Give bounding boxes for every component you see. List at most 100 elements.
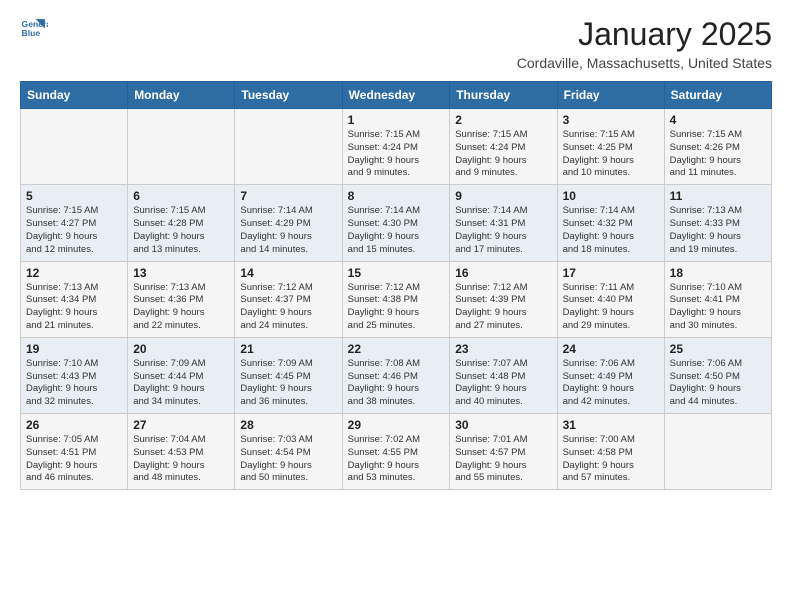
day-info: Sunrise: 7:10 AM Sunset: 4:41 PM Dayligh… [670, 282, 766, 333]
table-row [21, 109, 128, 185]
day-number: 28 [240, 418, 336, 432]
table-row: 23 Sunrise: 7:07 AM Sunset: 4:48 PM Dayli… [450, 337, 557, 413]
table-row [128, 109, 235, 185]
day-info: Sunrise: 7:09 AM Sunset: 4:45 PM Dayligh… [240, 358, 336, 409]
day-number: 20 [133, 342, 229, 356]
table-row [235, 109, 342, 185]
day-info: Sunrise: 7:15 AM Sunset: 4:26 PM Dayligh… [670, 129, 766, 180]
day-info: Sunrise: 7:02 AM Sunset: 4:55 PM Dayligh… [348, 434, 445, 485]
day-info: Sunrise: 7:11 AM Sunset: 4:40 PM Dayligh… [563, 282, 659, 333]
day-info: Sunrise: 7:14 AM Sunset: 4:32 PM Dayligh… [563, 205, 659, 256]
day-info: Sunrise: 7:13 AM Sunset: 4:36 PM Dayligh… [133, 282, 229, 333]
logo: General Blue [20, 16, 48, 44]
day-number: 8 [348, 189, 445, 203]
day-info: Sunrise: 7:13 AM Sunset: 4:34 PM Dayligh… [26, 282, 122, 333]
calendar-table: Sunday Monday Tuesday Wednesday Thursday… [20, 81, 772, 490]
table-row: 20 Sunrise: 7:09 AM Sunset: 4:44 PM Dayli… [128, 337, 235, 413]
svg-text:General: General [22, 19, 48, 29]
table-row: 10 Sunrise: 7:14 AM Sunset: 4:32 PM Dayli… [557, 185, 664, 261]
table-row: 26Sunrise: 7:05 AM Sunset: 4:51 PM Dayli… [21, 414, 128, 490]
day-info: Sunrise: 7:14 AM Sunset: 4:29 PM Dayligh… [240, 205, 336, 256]
day-number: 1 [348, 113, 445, 127]
table-row: 9 Sunrise: 7:14 AM Sunset: 4:31 PM Daylig… [450, 185, 557, 261]
day-info: Sunrise: 7:13 AM Sunset: 4:33 PM Dayligh… [670, 205, 766, 256]
table-row: 4 Sunrise: 7:15 AM Sunset: 4:26 PM Daylig… [664, 109, 771, 185]
day-number: 25 [670, 342, 766, 356]
header-monday: Monday [128, 82, 235, 109]
table-row: 6Sunrise: 7:15 AM Sunset: 4:28 PM Daylig… [128, 185, 235, 261]
day-number: 16 [455, 266, 551, 280]
day-number: 11 [670, 189, 766, 203]
table-row: 2Sunrise: 7:15 AM Sunset: 4:24 PM Daylig… [450, 109, 557, 185]
table-row: 30Sunrise: 7:01 AM Sunset: 4:57 PM Dayli… [450, 414, 557, 490]
day-number: 18 [670, 266, 766, 280]
day-info: Sunrise: 7:12 AM Sunset: 4:38 PM Dayligh… [348, 282, 445, 333]
day-info: Sunrise: 7:15 AM Sunset: 4:24 PM Dayligh… [455, 129, 551, 180]
day-info: Sunrise: 7:15 AM Sunset: 4:25 PM Dayligh… [563, 129, 659, 180]
table-row: 13 Sunrise: 7:13 AM Sunset: 4:36 PM Dayli… [128, 261, 235, 337]
table-row: 25 Sunrise: 7:06 AM Sunset: 4:50 PM Dayli… [664, 337, 771, 413]
header-saturday: Saturday [664, 82, 771, 109]
day-info: Sunrise: 7:14 AM Sunset: 4:31 PM Dayligh… [455, 205, 551, 256]
table-row [664, 414, 771, 490]
day-number: 4 [670, 113, 766, 127]
calendar-week-row: 19Sunrise: 7:10 AM Sunset: 4:43 PM Dayli… [21, 337, 772, 413]
header-tuesday: Tuesday [235, 82, 342, 109]
day-info: Sunrise: 7:03 AM Sunset: 4:54 PM Dayligh… [240, 434, 336, 485]
day-number: 19 [26, 342, 122, 356]
table-row: 14 Sunrise: 7:12 AM Sunset: 4:37 PM Dayli… [235, 261, 342, 337]
header-wednesday: Wednesday [342, 82, 450, 109]
day-number: 10 [563, 189, 659, 203]
day-number: 23 [455, 342, 551, 356]
header-sunday: Sunday [21, 82, 128, 109]
day-info: Sunrise: 7:12 AM Sunset: 4:39 PM Dayligh… [455, 282, 551, 333]
day-info: Sunrise: 7:06 AM Sunset: 4:50 PM Dayligh… [670, 358, 766, 409]
day-number: 6 [133, 189, 229, 203]
table-row: 12Sunrise: 7:13 AM Sunset: 4:34 PM Dayli… [21, 261, 128, 337]
day-number: 9 [455, 189, 551, 203]
day-number: 24 [563, 342, 659, 356]
table-row: 7 Sunrise: 7:14 AM Sunset: 4:29 PM Daylig… [235, 185, 342, 261]
table-row: 22 Sunrise: 7:08 AM Sunset: 4:46 PM Dayli… [342, 337, 450, 413]
day-number: 29 [348, 418, 445, 432]
table-row: 5Sunrise: 7:15 AM Sunset: 4:27 PM Daylig… [21, 185, 128, 261]
table-row: 24 Sunrise: 7:06 AM Sunset: 4:49 PM Dayli… [557, 337, 664, 413]
table-row: 29 Sunrise: 7:02 AM Sunset: 4:55 PM Dayli… [342, 414, 450, 490]
table-row: 31 Sunrise: 7:00 AM Sunset: 4:58 PM Dayli… [557, 414, 664, 490]
table-row: 11 Sunrise: 7:13 AM Sunset: 4:33 PM Dayli… [664, 185, 771, 261]
location-title: Cordaville, Massachusetts, United States [517, 55, 772, 71]
day-number: 21 [240, 342, 336, 356]
calendar-week-row: 5Sunrise: 7:15 AM Sunset: 4:27 PM Daylig… [21, 185, 772, 261]
title-block: January 2025 Cordaville, Massachusetts, … [517, 16, 772, 71]
day-info: Sunrise: 7:08 AM Sunset: 4:46 PM Dayligh… [348, 358, 445, 409]
day-info: Sunrise: 7:06 AM Sunset: 4:49 PM Dayligh… [563, 358, 659, 409]
table-row: 3Sunrise: 7:15 AM Sunset: 4:25 PM Daylig… [557, 109, 664, 185]
day-info: Sunrise: 7:07 AM Sunset: 4:48 PM Dayligh… [455, 358, 551, 409]
header-friday: Friday [557, 82, 664, 109]
header-thursday: Thursday [450, 82, 557, 109]
table-row: 19Sunrise: 7:10 AM Sunset: 4:43 PM Dayli… [21, 337, 128, 413]
day-info: Sunrise: 7:00 AM Sunset: 4:58 PM Dayligh… [563, 434, 659, 485]
calendar-week-row: 1 Sunrise: 7:15 AM Sunset: 4:24 PM Daylig… [21, 109, 772, 185]
table-row: 27Sunrise: 7:04 AM Sunset: 4:53 PM Dayli… [128, 414, 235, 490]
weekday-header-row: Sunday Monday Tuesday Wednesday Thursday… [21, 82, 772, 109]
day-number: 15 [348, 266, 445, 280]
day-number: 31 [563, 418, 659, 432]
calendar-week-row: 12Sunrise: 7:13 AM Sunset: 4:34 PM Dayli… [21, 261, 772, 337]
day-number: 7 [240, 189, 336, 203]
day-number: 14 [240, 266, 336, 280]
table-row: 18 Sunrise: 7:10 AM Sunset: 4:41 PM Dayli… [664, 261, 771, 337]
table-row: 17Sunrise: 7:11 AM Sunset: 4:40 PM Dayli… [557, 261, 664, 337]
table-row: 28 Sunrise: 7:03 AM Sunset: 4:54 PM Dayli… [235, 414, 342, 490]
calendar-week-row: 26Sunrise: 7:05 AM Sunset: 4:51 PM Dayli… [21, 414, 772, 490]
month-title: January 2025 [517, 16, 772, 53]
page: General Blue January 2025 Cordaville, Ma… [0, 0, 792, 506]
day-number: 22 [348, 342, 445, 356]
header: General Blue January 2025 Cordaville, Ma… [20, 16, 772, 71]
day-number: 5 [26, 189, 122, 203]
day-number: 30 [455, 418, 551, 432]
day-info: Sunrise: 7:12 AM Sunset: 4:37 PM Dayligh… [240, 282, 336, 333]
table-row: 8Sunrise: 7:14 AM Sunset: 4:30 PM Daylig… [342, 185, 450, 261]
day-info: Sunrise: 7:09 AM Sunset: 4:44 PM Dayligh… [133, 358, 229, 409]
day-number: 13 [133, 266, 229, 280]
